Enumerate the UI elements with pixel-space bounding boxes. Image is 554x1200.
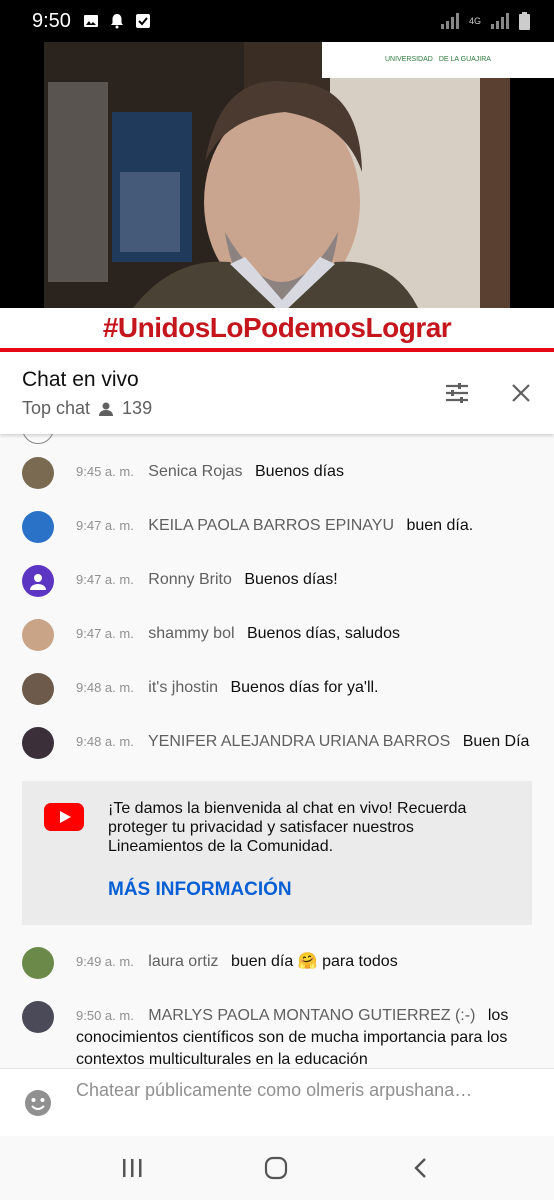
message-text: Buenos días [255,463,344,480]
system-nav-bar [0,1136,554,1200]
message-time: 9:48 a. m. [76,734,134,749]
avatar [22,673,54,705]
chat-message[interactable]: 9:47 a. m. shammy bol Buenos días, salud… [22,619,532,651]
partial-avatar [22,434,54,444]
message-author[interactable]: Senica Rojas [148,463,242,480]
chat-header: Chat en vivo Top chat 139 [0,352,554,434]
message-body: 9:47 a. m. KEILA PAOLA BARROS EPINAYU bu… [76,511,473,537]
chat-message[interactable]: 9:48 a. m. it's jhostin Buenos días for … [22,673,532,705]
message-author[interactable]: it's jhostin [148,679,218,696]
message-body: 9:47 a. m. shammy bol Buenos días, salud… [76,619,400,645]
message-time: 9:49 a. m. [76,954,134,969]
message-time: 9:50 a. m. [76,1008,134,1023]
video-frame [0,42,554,352]
message-text: Buenos días for ya'll. [230,679,379,696]
recents-button[interactable] [118,1154,146,1182]
welcome-card: ¡Te damos la bienvenida al chat en vivo!… [22,781,532,925]
message-text-continued: para todos [322,953,398,970]
signal-icon [440,13,459,29]
message-body: 9:48 a. m. it's jhostin Buenos días for … [76,673,379,699]
message-text: Buen Día [462,733,530,750]
avatar [22,565,54,597]
gallery-icon [83,15,98,27]
message-author[interactable]: laura ortiz [148,953,218,970]
message-body: 9:47 a. m. Ronny Brito Buenos días! [76,565,338,591]
university-logo: UNIVERSIDAD DE LA GUAJIRA [322,42,554,78]
message-body: 9:49 a. m. laura ortiz buen día 🤗 para t… [76,947,398,973]
youtube-logo-icon [44,803,84,831]
close-icon [512,384,530,402]
logo-line1: UNIVERSIDAD [385,56,433,63]
avatar [22,947,54,979]
emoji-button[interactable] [24,1089,52,1117]
chat-input-bar: Chatear públicamente como olmeris arpush… [0,1068,554,1136]
message-time: 9:47 a. m. [76,572,134,587]
welcome-text: ¡Te damos la bienvenida al chat en vivo!… [108,800,467,855]
more-info-link[interactable]: MÁS INFORMACIÓN [108,879,292,901]
viewer-count: 139 [122,398,153,418]
hashtag-text: #UnidosLoPodemosLograr [102,312,452,343]
home-button[interactable] [262,1154,290,1182]
status-system-icons: 4G [440,12,530,30]
message-time: 9:47 a. m. [76,518,134,533]
bell-icon [110,14,123,29]
chat-message[interactable]: 9:47 a. m. KEILA PAOLA BARROS EPINAYU bu… [22,511,532,543]
app-root: 9:50 4G UNIVERSIDAD DE LA GUAJIRA #Unido… [0,0,554,1200]
default-avatar-icon [30,574,46,590]
message-time: 9:47 a. m. [76,626,134,641]
message-text: Buenos días! [244,571,338,588]
chat-message[interactable]: 9:50 a. m. MARLYS PAOLA MONTANO GUTIERRE… [22,1001,532,1068]
chat-title: Chat en vivo [22,368,139,391]
filter-button[interactable] [442,378,472,408]
logo-line2: DE LA GUAJIRA [438,56,491,63]
status-bar: 9:50 4G [0,0,554,42]
chat-message[interactable]: 9:48 a. m. YENIFER ALEJANDRA URIANA BARR… [22,727,532,759]
chat-message[interactable]: 9:49 a. m. laura ortiz buen día 🤗 para t… [22,947,532,979]
chat-subtitle: Top chat 139 [22,398,152,419]
message-author[interactable]: MARLYS PAOLA MONTANO GUTIERREZ (:-) [148,1007,475,1024]
message-body: 9:48 a. m. YENIFER ALEJANDRA URIANA BARR… [76,727,529,753]
chat-messages[interactable]: 9:45 a. m. Senica Rojas Buenos días 9:47… [0,434,554,1068]
message-body: 9:45 a. m. Senica Rojas Buenos días [76,457,344,483]
status-notifications [83,13,151,29]
message-text: Buenos días, saludos [246,625,400,642]
home-icon [264,1156,288,1180]
smiley-icon [25,1090,51,1116]
hugging-face-emoji: 🤗 [297,953,318,970]
avatar [22,457,54,489]
signal-icon-2 [491,13,509,29]
message-author[interactable]: KEILA PAOLA BARROS EPINAYU [148,517,394,534]
message-author[interactable]: shammy bol [148,625,234,642]
close-chat-button[interactable] [506,378,536,408]
network-type: 4G [468,16,481,26]
message-text: buen día. [406,517,474,534]
recents-icon [123,1159,142,1177]
avatar [22,1001,54,1033]
battery-icon [519,12,530,30]
hashtag-banner: #UnidosLoPodemosLograr [0,308,554,348]
message-body: 9:50 a. m. MARLYS PAOLA MONTANO GUTIERRE… [76,1001,532,1068]
avatar [22,511,54,543]
person-icon [98,401,114,417]
status-time: 9:50 [32,9,71,32]
back-button[interactable] [406,1154,434,1182]
message-time: 9:45 a. m. [76,464,134,479]
chat-message-input[interactable]: Chatear públicamente como olmeris arpush… [76,1079,496,1101]
sliders-icon [446,383,468,403]
back-icon [414,1158,426,1178]
message-author[interactable]: Ronny Brito [148,571,232,588]
message-author[interactable]: YENIFER ALEJANDRA URIANA BARROS [148,733,450,750]
chat-message[interactable]: 9:45 a. m. Senica Rojas Buenos días [22,457,532,489]
chat-message[interactable]: 9:47 a. m. Ronny Brito Buenos días! [22,565,532,597]
live-video[interactable]: UNIVERSIDAD DE LA GUAJIRA #UnidosLoPodem… [0,42,554,352]
avatar [22,727,54,759]
chat-mode-selector[interactable]: Top chat [22,398,90,419]
avatar [22,619,54,651]
message-time: 9:48 a. m. [76,680,134,695]
checkbox-icon [135,14,150,28]
message-text: buen día [230,953,294,970]
